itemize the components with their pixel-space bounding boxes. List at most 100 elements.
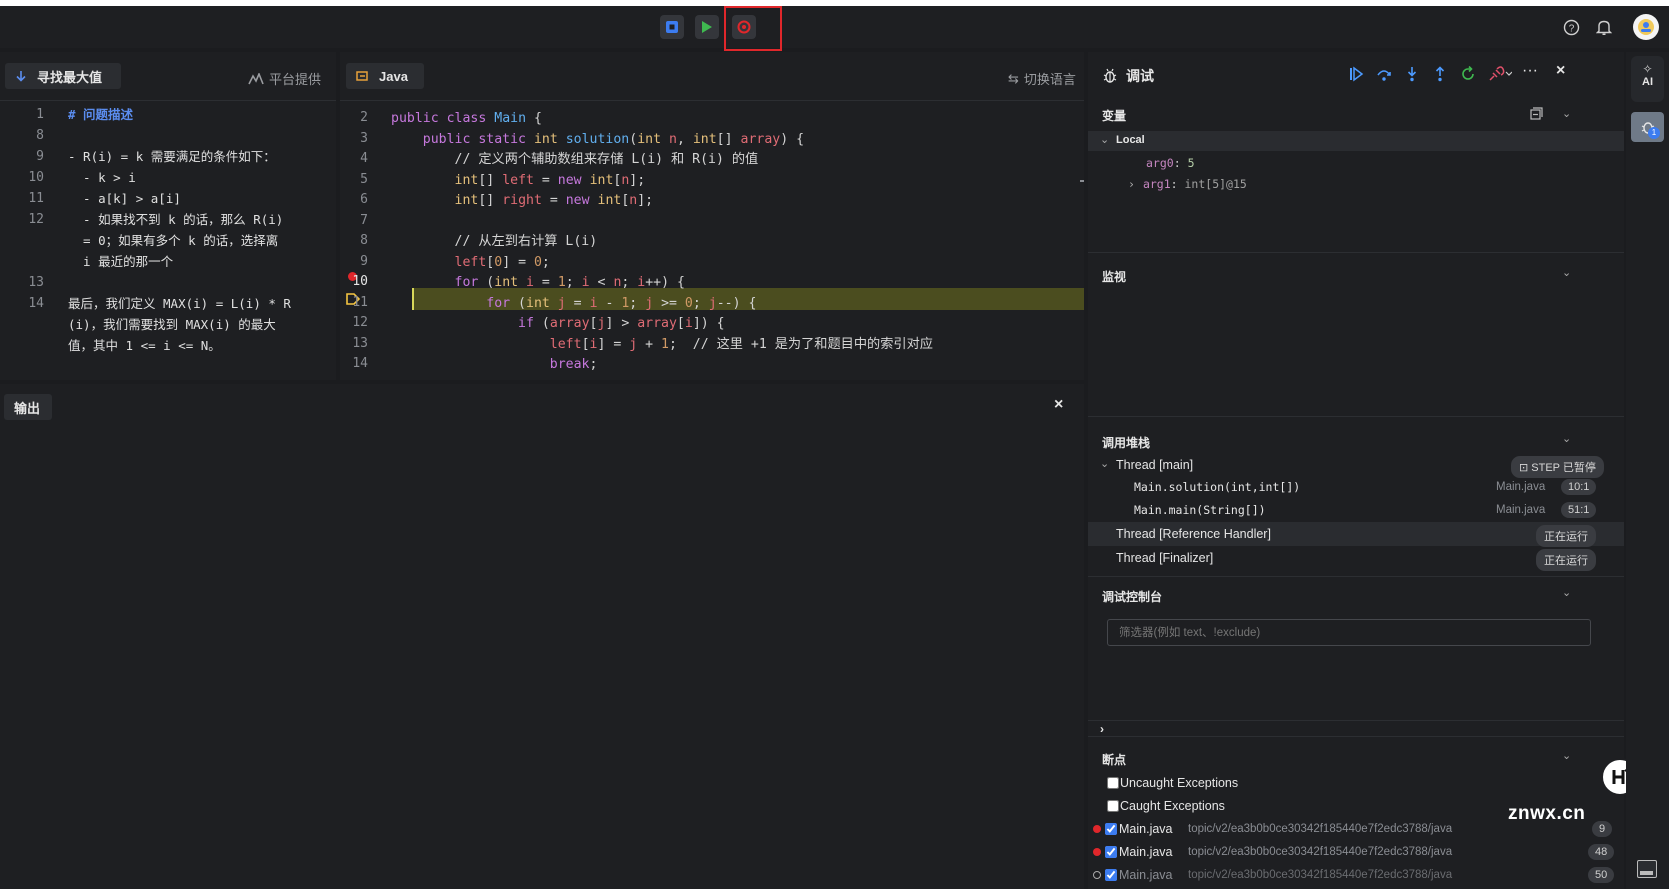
top-toolbar: ? bbox=[0, 6, 1669, 51]
help-icon[interactable]: ? bbox=[1563, 19, 1580, 41]
problem-line: 值，其中 1 <= i <= N。 bbox=[0, 335, 336, 356]
problem-line: 8 bbox=[0, 125, 336, 146]
disconnect-icon[interactable] bbox=[1488, 66, 1512, 82]
chevron-down-icon: ⌄ bbox=[1100, 458, 1110, 470]
bell-icon[interactable] bbox=[1595, 19, 1613, 41]
stack-frame-row[interactable]: Main.solution(int,int[]) Main.java 10:1 bbox=[1088, 476, 1624, 499]
code-line[interactable]: 5 int[] left = new int[n]; bbox=[340, 170, 1084, 191]
breakpoint-checkbox[interactable] bbox=[1105, 869, 1117, 881]
heading-text: # 问题描述 bbox=[68, 107, 134, 122]
problem-line: 11 - a[k] > a[i] bbox=[0, 188, 336, 209]
divider bbox=[1088, 416, 1624, 417]
chevron-down-icon[interactable]: ⌄ bbox=[1562, 749, 1571, 762]
code-line[interactable]: 10 for (int i = 1; i < n; i++) { bbox=[340, 272, 1084, 293]
breakpoint-row[interactable]: Main.java topic/v2/ea3b0b0ce30342f185440… bbox=[1088, 841, 1624, 863]
code-line[interactable]: 6 int[] right = new int[n]; bbox=[340, 190, 1084, 211]
line-number: 1 bbox=[36, 107, 44, 122]
swap-icon: ⇆ bbox=[1008, 70, 1019, 86]
breakpoint-checkbox[interactable] bbox=[1105, 823, 1117, 835]
code-line[interactable]: 14 break; bbox=[340, 354, 1084, 375]
more-actions-icon[interactable]: ··· bbox=[1522, 62, 1538, 80]
line-number: 9 bbox=[360, 253, 368, 269]
code-line[interactable]: 3 public static int solution(int n, int[… bbox=[340, 129, 1084, 150]
step-out-icon[interactable] bbox=[1432, 66, 1448, 82]
code-line[interactable]: 11 for (int j = i - 1; j >= 0; j--) { bbox=[340, 293, 1084, 314]
divider bbox=[340, 100, 1084, 101]
debug-sidebar-button[interactable]: 1 bbox=[1631, 112, 1664, 142]
chevron-down-icon[interactable]: ⌄ bbox=[1562, 432, 1571, 445]
variable-name: arg0 bbox=[1146, 156, 1174, 170]
code-line[interactable]: 13 left[i] = j + 1; // 这里 +1 是为了和题目中的索引对… bbox=[340, 334, 1084, 355]
close-icon[interactable]: × bbox=[1054, 396, 1063, 414]
exception-breakpoint-row[interactable]: Uncaught Exceptions bbox=[1107, 773, 1238, 793]
avatar[interactable] bbox=[1633, 14, 1659, 40]
frame-file: Main.java bbox=[1496, 504, 1546, 516]
tab-java[interactable]: Java bbox=[346, 63, 424, 89]
line-number: 14 bbox=[28, 296, 44, 311]
chevron-down-icon[interactable]: ⌄ bbox=[1562, 586, 1571, 599]
chevron-down-icon[interactable]: ⌄ bbox=[1562, 266, 1571, 279]
continue-icon[interactable] bbox=[1348, 66, 1364, 82]
debug-header: 调试 bbox=[1102, 66, 1154, 86]
code-line[interactable]: 8 // 从左到右计算 L(i) bbox=[340, 231, 1084, 252]
line-number: 12 bbox=[28, 212, 44, 227]
frame-position: 51:1 bbox=[1561, 502, 1597, 518]
scope-row[interactable]: ⌄ Local bbox=[1088, 131, 1624, 151]
code-line[interactable]: 7 bbox=[340, 211, 1084, 232]
panel-toggle-icon[interactable] bbox=[1637, 860, 1657, 878]
thread-name: Thread [Finalizer] bbox=[1116, 551, 1214, 565]
provider-label: 平台提供 bbox=[248, 69, 321, 88]
line-number: 13 bbox=[352, 335, 368, 351]
problem-text-line: 最后，我们定义 MAX(i) = L(i) * R bbox=[68, 296, 291, 311]
thread-row[interactable]: ⌄ Thread [main] ⊡ STEP 已暂停 bbox=[1088, 454, 1624, 478]
watermark: znwx.cn bbox=[1508, 803, 1586, 824]
breakpoint-row[interactable]: Main.java topic/v2/ea3b0b0ce30342f185440… bbox=[1088, 864, 1624, 886]
problem-text-line: - R(i) = k 需要满足的条件如下： bbox=[68, 149, 276, 164]
code-text: left[0] = 0; bbox=[454, 254, 550, 270]
code-line[interactable]: 2 public class Main { bbox=[340, 108, 1084, 129]
breakpoints-section-title: 断点 bbox=[1102, 753, 1127, 767]
stack-frame-row[interactable]: Main.main(String[]) Main.java 51:1 bbox=[1088, 499, 1624, 522]
exception-breakpoint-row[interactable]: Caught Exceptions bbox=[1107, 796, 1225, 816]
debug-icon bbox=[666, 21, 678, 33]
problem-text-line: 值，其中 1 <= i <= N。 bbox=[68, 338, 221, 353]
breakpoint-checkbox[interactable] bbox=[1105, 846, 1117, 858]
debug-button[interactable] bbox=[660, 15, 684, 39]
collapse-all-icon[interactable] bbox=[1530, 107, 1543, 120]
exception-checkbox[interactable] bbox=[1107, 800, 1119, 812]
ai-button[interactable]: ✧ AI bbox=[1631, 56, 1664, 102]
code-text: for (int j = i - 1; j >= 0; j--) { bbox=[486, 295, 757, 311]
code-line[interactable]: 12 if (array[j] > array[i]) { bbox=[340, 313, 1084, 334]
thread-row[interactable]: Thread [Reference Handler] 正在运行 bbox=[1088, 522, 1624, 547]
restart-icon[interactable] bbox=[1460, 66, 1476, 82]
exception-checkbox[interactable] bbox=[1107, 777, 1119, 789]
console-prompt-icon[interactable]: › bbox=[1100, 722, 1104, 736]
chevron-down-icon[interactable]: ⌄ bbox=[1562, 107, 1571, 120]
debug-controls bbox=[1348, 66, 1512, 82]
variable-row[interactable]: › arg1: int[5]@15 bbox=[1128, 177, 1247, 191]
line-number: 10 bbox=[28, 170, 44, 185]
problem-panel: 寻找最大值 平台提供 1 # 问题描述 8 9 - R(i) = k 需要满足的条件如下… bbox=[0, 52, 336, 380]
close-icon[interactable]: × bbox=[1556, 62, 1565, 80]
switch-language-button[interactable]: ⇆ 切换语言 bbox=[1008, 69, 1076, 88]
code-line[interactable]: 4 // 定义两个辅助数组来存储 L(i) 和 R(i) 的值 bbox=[340, 149, 1084, 170]
breakpoint-line: 48 bbox=[1588, 844, 1615, 860]
problem-text-line: i 最近的那一个 bbox=[68, 254, 174, 269]
code-line[interactable]: 9 left[0] = 0; bbox=[340, 252, 1084, 273]
breakpoint-path: topic/v2/ea3b0b0ce30342f185440e7f2edc378… bbox=[1188, 823, 1453, 835]
variable-value: 5 bbox=[1187, 156, 1195, 170]
thread-row[interactable]: Thread [Finalizer] 正在运行 bbox=[1088, 546, 1624, 571]
line-number: 5 bbox=[360, 171, 368, 187]
step-over-icon[interactable] bbox=[1376, 66, 1392, 82]
code-text: int[] left = new int[n]; bbox=[454, 172, 646, 188]
run-button[interactable] bbox=[695, 15, 719, 39]
tab-output[interactable]: 输出 bbox=[4, 394, 52, 420]
notification-badge: 1 bbox=[1648, 127, 1660, 139]
tab-problem[interactable]: 寻找最大值 bbox=[5, 63, 121, 89]
code-text: // 定义两个辅助数组来存储 L(i) 和 R(i) 的值 bbox=[391, 152, 759, 167]
console-filter-input[interactable] bbox=[1107, 619, 1591, 646]
pause-icon: ⊡ bbox=[1519, 462, 1532, 474]
variable-row[interactable]: arg0: 5 bbox=[1146, 156, 1195, 170]
problem-text-line: - a[k] > a[i] bbox=[68, 191, 181, 206]
step-into-icon[interactable] bbox=[1404, 66, 1420, 82]
